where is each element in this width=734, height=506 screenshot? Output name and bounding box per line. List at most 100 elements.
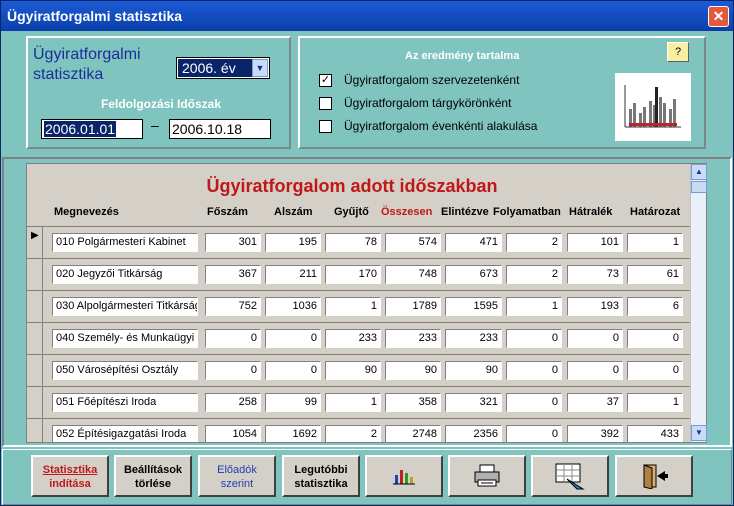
export-button[interactable] — [531, 455, 609, 497]
table-row[interactable]: 051 Főépítészi Iroda 258 99 1 358 321 0 37 1 — [27, 386, 693, 419]
checkbox-checked-icon[interactable]: ✓ — [319, 74, 332, 88]
option-by-organization[interactable]: ✓ Ügyiratforgalom szervezetenként — [319, 73, 519, 88]
row-value-cell[interactable]: 301 — [205, 233, 261, 252]
row-selector[interactable] — [27, 355, 43, 387]
row-value-cell[interactable]: 0 — [506, 329, 562, 348]
row-value-cell[interactable]: 0 — [627, 361, 683, 380]
row-value-cell[interactable]: 195 — [265, 233, 321, 252]
row-value-cell[interactable]: 433 — [627, 425, 683, 442]
row-name-cell[interactable]: 030 Alpolgármesteri Titkárság — [52, 297, 198, 316]
row-value-cell[interactable]: 0 — [506, 425, 562, 442]
table-row[interactable]: 030 Alpolgármesteri Titkárság 752 1036 1 178… — [27, 290, 693, 323]
row-value-cell[interactable]: 0 — [265, 361, 321, 380]
row-value-cell[interactable]: 233 — [385, 329, 441, 348]
row-value-cell[interactable]: 2 — [506, 233, 562, 252]
reset-settings-button[interactable]: Beállítások törlése — [114, 455, 192, 497]
row-selector[interactable]: ▶ — [27, 227, 43, 259]
row-value-cell[interactable]: 61 — [627, 265, 683, 284]
row-name-cell[interactable]: 052 Építésigazgatási Iroda — [52, 425, 198, 442]
row-value-cell[interactable]: 1 — [627, 393, 683, 412]
row-value-cell[interactable]: 0 — [205, 361, 261, 380]
row-value-cell[interactable]: 90 — [385, 361, 441, 380]
row-value-cell[interactable]: 358 — [385, 393, 441, 412]
row-value-cell[interactable]: 0 — [205, 329, 261, 348]
row-value-cell[interactable]: 392 — [567, 425, 623, 442]
checkbox-icon[interactable] — [319, 97, 332, 111]
scroll-thumb[interactable] — [691, 181, 707, 193]
row-value-cell[interactable]: 1595 — [445, 297, 502, 316]
row-value-cell[interactable]: 1692 — [265, 425, 321, 442]
row-value-cell[interactable]: 0 — [506, 361, 562, 380]
help-button[interactable]: ? — [667, 42, 689, 62]
row-value-cell[interactable]: 37 — [567, 393, 623, 412]
row-value-cell[interactable]: 1789 — [385, 297, 441, 316]
table-row[interactable]: 020 Jegyzői Titkárság 367 211 170 748 673 2 73 6… — [27, 258, 693, 291]
row-value-cell[interactable]: 1 — [506, 297, 562, 316]
print-button[interactable] — [448, 455, 526, 497]
row-value-cell[interactable]: 0 — [567, 329, 623, 348]
table-row[interactable]: ▶ 010 Polgármesteri Kabinet 301 195 78 574 471… — [27, 226, 693, 259]
row-selector[interactable] — [27, 323, 43, 355]
row-value-cell[interactable]: 321 — [445, 393, 502, 412]
row-value-cell[interactable]: 2 — [506, 265, 562, 284]
chevron-down-icon[interactable]: ▼ — [252, 59, 268, 77]
row-value-cell[interactable]: 2356 — [445, 425, 502, 442]
row-name-cell[interactable]: 010 Polgármesteri Kabinet — [52, 233, 198, 252]
vertical-scrollbar[interactable]: ▲ ▼ — [690, 164, 707, 442]
row-value-cell[interactable]: 90 — [325, 361, 381, 380]
row-value-cell[interactable]: 1036 — [265, 297, 321, 316]
row-value-cell[interactable]: 258 — [205, 393, 261, 412]
row-selector[interactable] — [27, 291, 43, 323]
row-name-cell[interactable]: 051 Főépítészi Iroda — [52, 393, 198, 412]
row-value-cell[interactable]: 211 — [265, 265, 321, 284]
row-value-cell[interactable]: 0 — [506, 393, 562, 412]
row-value-cell[interactable]: 752 — [205, 297, 261, 316]
checkbox-icon[interactable] — [319, 120, 332, 134]
row-value-cell[interactable]: 0 — [567, 361, 623, 380]
chart-button[interactable] — [365, 455, 443, 497]
row-selector[interactable] — [27, 419, 43, 442]
row-value-cell[interactable]: 1 — [627, 233, 683, 252]
row-value-cell[interactable]: 2748 — [385, 425, 441, 442]
row-value-cell[interactable]: 367 — [205, 265, 261, 284]
row-value-cell[interactable]: 0 — [627, 329, 683, 348]
row-value-cell[interactable]: 2 — [325, 425, 381, 442]
option-by-subject[interactable]: Ügyiratforgalom tárgykörönként — [319, 96, 511, 111]
row-value-cell[interactable]: 6 — [627, 297, 683, 316]
date-to-input[interactable]: 2006.10.18 — [169, 119, 271, 139]
row-value-cell[interactable]: 574 — [385, 233, 441, 252]
date-from-input[interactable]: 2006.01.01 — [41, 119, 143, 139]
row-value-cell[interactable]: 1 — [325, 393, 381, 412]
row-selector[interactable] — [27, 387, 43, 419]
row-value-cell[interactable]: 1 — [325, 297, 381, 316]
row-value-cell[interactable]: 170 — [325, 265, 381, 284]
row-name-cell[interactable]: 040 Személy- és Munkaügyi I — [52, 329, 198, 348]
row-value-cell[interactable]: 0 — [265, 329, 321, 348]
table-row[interactable]: 052 Építésigazgatási Iroda 1054 1692 2 2748 2… — [27, 418, 693, 442]
row-name-cell[interactable]: 050 Városépítési Osztály — [52, 361, 198, 380]
row-value-cell[interactable]: 233 — [325, 329, 381, 348]
table-row[interactable]: 050 Városépítési Osztály 0 0 90 90 90 0 0 0 — [27, 354, 693, 387]
row-value-cell[interactable]: 233 — [445, 329, 502, 348]
table-row[interactable]: 040 Személy- és Munkaügyi I 0 0 233 233 233 0 0… — [27, 322, 693, 355]
row-name-cell[interactable]: 020 Jegyzői Titkárság — [52, 265, 198, 284]
year-select[interactable]: 2006. év ▼ — [176, 57, 270, 79]
row-value-cell[interactable]: 90 — [445, 361, 502, 380]
row-value-cell[interactable]: 748 — [385, 265, 441, 284]
row-value-cell[interactable]: 73 — [567, 265, 623, 284]
row-value-cell[interactable]: 673 — [445, 265, 502, 284]
row-selector[interactable] — [27, 259, 43, 291]
row-value-cell[interactable]: 99 — [265, 393, 321, 412]
by-clerk-button[interactable]: Előadók szerint — [198, 455, 276, 497]
row-value-cell[interactable]: 101 — [567, 233, 623, 252]
row-value-cell[interactable]: 193 — [567, 297, 623, 316]
row-value-cell[interactable]: 78 — [325, 233, 381, 252]
scroll-down-icon[interactable]: ▼ — [691, 425, 707, 441]
close-button[interactable]: ✕ — [708, 6, 729, 27]
option-by-year[interactable]: Ügyiratforgalom évenkénti alakulása — [319, 119, 537, 134]
start-statistics-button[interactable]: Statisztika indítása — [31, 455, 109, 497]
exit-button[interactable] — [615, 455, 693, 497]
scroll-up-icon[interactable]: ▲ — [691, 164, 707, 180]
row-value-cell[interactable]: 471 — [445, 233, 502, 252]
last-statistics-button[interactable]: Legutóbbi statisztika — [282, 455, 360, 497]
